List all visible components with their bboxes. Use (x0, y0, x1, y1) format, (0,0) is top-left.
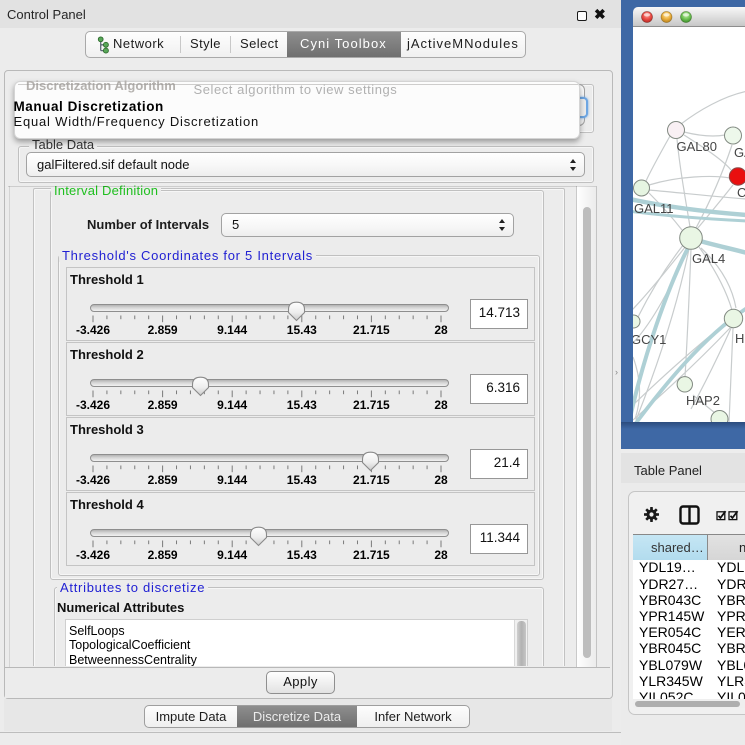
svg-text:HAP2: HAP2 (686, 393, 720, 408)
svg-text:C: C (737, 185, 745, 200)
svg-text:H: H (735, 331, 744, 346)
svg-text:GAL: GAL (734, 145, 745, 160)
svg-text:GAL11: GAL11 (634, 201, 674, 216)
svg-text:GAL4: GAL4 (692, 251, 725, 266)
svg-text:GCY1: GCY1 (633, 332, 666, 347)
svg-text:GAL80: GAL80 (677, 139, 717, 154)
